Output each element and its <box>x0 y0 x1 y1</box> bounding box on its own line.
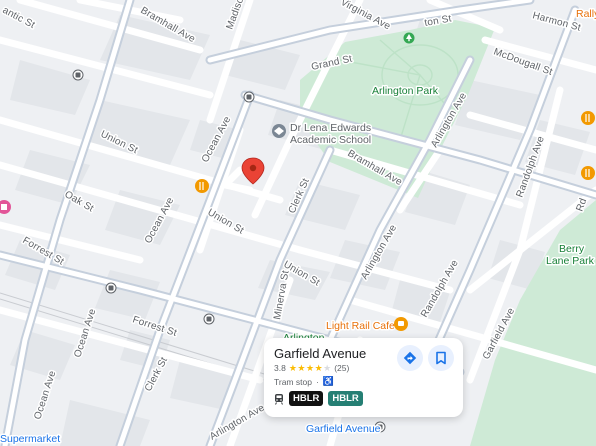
star-rating: ★ ★ ★ ★ ★ <box>288 362 332 373</box>
review-count[interactable]: (25) <box>334 363 349 373</box>
place-type: Tram stop <box>274 376 312 387</box>
star-filled-icon: ★ <box>305 362 315 373</box>
map-view[interactable]: antic St Bramhall Ave Madison Virginia A… <box>0 0 596 446</box>
poi-label-light-rail-cafe: Light Rail Cafe <box>326 320 395 332</box>
tram-station-icon[interactable] <box>203 313 215 325</box>
type-row: Tram stop · ♿ <box>274 376 334 387</box>
place-card[interactable]: Garfield Avenue 3.8 ★ ★ ★ ★ ★ (25) Tram stop… <box>264 338 463 417</box>
fork-knife-icon[interactable] <box>581 111 595 125</box>
directions-button[interactable] <box>397 345 423 371</box>
tram-icon <box>275 393 283 405</box>
star-empty-icon: ★ <box>323 362 332 373</box>
separator-dot: · <box>315 376 319 387</box>
line-badge-hblr[interactable]: HBLR <box>328 391 363 406</box>
transit-lines: HBLR HBLR <box>274 391 363 406</box>
poi-label-school-line1: Dr Lena Edwards <box>290 122 371 134</box>
poi-label-garfield-station[interactable]: Garfield Avenue <box>305 422 383 437</box>
line-badge-hblr[interactable]: HBLR <box>289 391 324 406</box>
wheelchair-icon: ♿ <box>322 376 335 386</box>
poi-label-supermarket[interactable]: Supermarket <box>0 432 62 446</box>
tram-station-icon[interactable] <box>72 69 84 81</box>
poi-label-arlington-park: Arlington Park <box>372 85 439 97</box>
poi-label-rally[interactable]: Rally <box>575 7 596 22</box>
poi-label-school-line2: Academic School <box>290 134 371 146</box>
star-filled-icon: ★ <box>314 362 323 373</box>
poi-label-berry-line2: Lane Park <box>546 255 595 267</box>
bookmark-icon <box>436 351 446 365</box>
rating-value: 3.8 <box>274 363 286 373</box>
save-button[interactable] <box>428 345 454 371</box>
directions-icon <box>403 351 417 365</box>
place-title: Garfield Avenue <box>274 346 367 361</box>
poi-label-berry-line1: Berry <box>559 243 585 255</box>
fork-knife-icon[interactable] <box>581 166 595 180</box>
rating-row: 3.8 ★ ★ ★ ★ ★ (25) <box>274 363 349 373</box>
fork-knife-icon[interactable] <box>195 179 209 193</box>
tram-station-icon[interactable] <box>243 91 255 103</box>
star-filled-icon: ★ <box>297 362 306 373</box>
tram-station-icon[interactable] <box>105 282 117 294</box>
star-filled-icon: ★ <box>288 362 297 373</box>
